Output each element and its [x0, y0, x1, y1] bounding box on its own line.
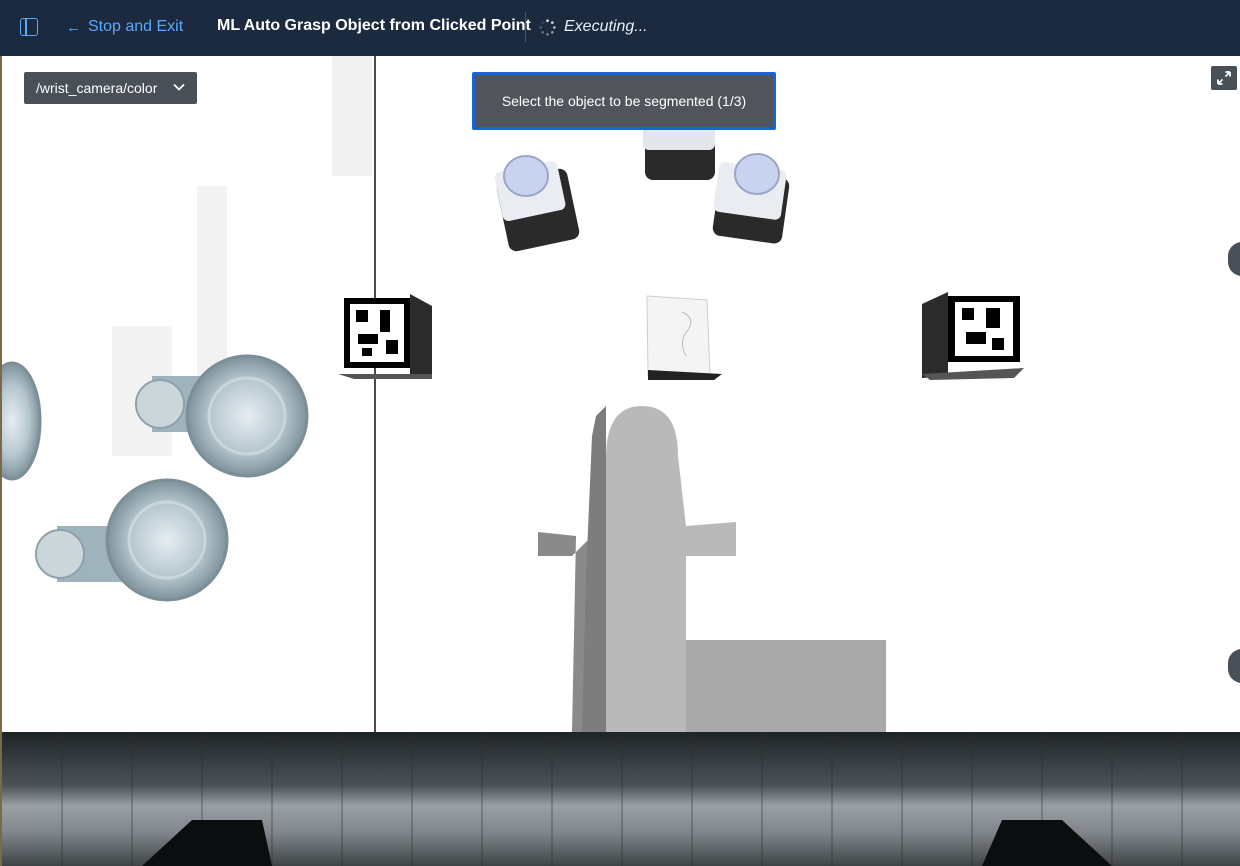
robot-arm-silhouette — [538, 406, 886, 732]
calibration-cube — [646, 295, 722, 380]
bottle-object[interactable] — [494, 155, 581, 253]
page-title: ML Auto Grasp Object from Clicked Point — [217, 17, 531, 34]
segmentation-prompt: Select the object to be segmented (1/3) — [472, 72, 776, 130]
stop-and-exit-button[interactable]: ← Stop and Exit — [66, 16, 183, 38]
divider — [525, 12, 526, 42]
expand-icon — [1217, 71, 1231, 85]
chevron-down-icon — [173, 83, 185, 91]
camera-topic-value: /wrist_camera/color — [36, 80, 158, 96]
camera-feed-image[interactable] — [2, 56, 1240, 866]
cup-object[interactable] — [35, 478, 229, 602]
spinner-icon — [539, 19, 556, 36]
segmentation-prompt-text: Select the object to be segmented (1/3) — [501, 93, 747, 109]
arrow-left-icon: ← — [66, 18, 81, 36]
execution-status: Executing... — [564, 18, 648, 35]
camera-view[interactable]: /wrist_camera/color Select the object to… — [0, 56, 1240, 866]
sidebar-toggle-icon[interactable] — [20, 18, 38, 36]
top-bar: ← Stop and Exit ML Auto Grasp Object fro… — [0, 0, 1240, 56]
fiducial-marker — [922, 292, 1024, 380]
camera-topic-select[interactable]: /wrist_camera/color — [24, 72, 197, 104]
stop-and-exit-label: Stop and Exit — [88, 18, 184, 35]
bottle-object[interactable] — [712, 153, 791, 245]
fiducial-marker — [338, 294, 432, 379]
expand-button[interactable] — [1211, 66, 1237, 90]
